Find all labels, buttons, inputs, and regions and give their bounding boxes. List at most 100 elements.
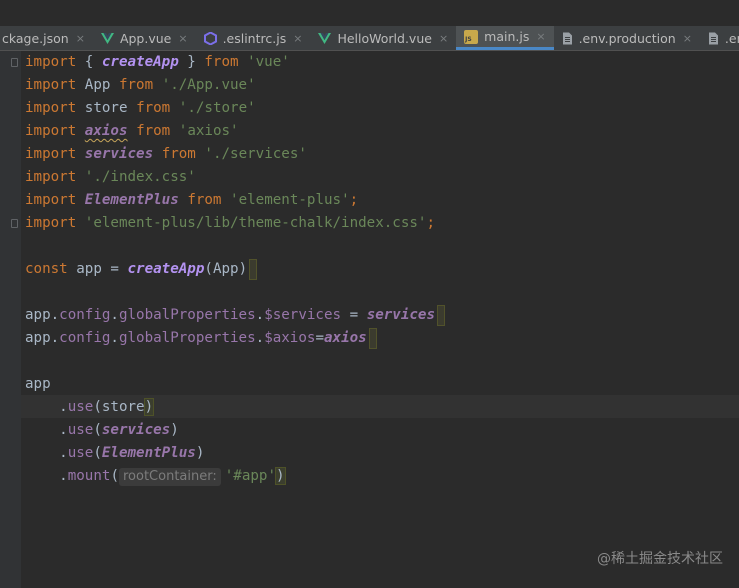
- code-punct: .: [50, 307, 60, 323]
- code-punct: ): [170, 422, 179, 438]
- trailing-highlight: [249, 258, 258, 280]
- code-string: './store': [178, 100, 256, 116]
- code-punct: .: [255, 307, 265, 323]
- code-identifier: axios: [84, 123, 128, 139]
- code-punct: .: [110, 307, 119, 323]
- code-line: import { createApp } from 'vue': [25, 51, 445, 74]
- code-keyword: from: [136, 123, 171, 139]
- close-icon[interactable]: ×: [536, 30, 545, 43]
- code-keyword: from: [204, 54, 239, 70]
- code-identifier: app: [76, 261, 102, 277]
- code-method: mount: [67, 468, 111, 484]
- tab-label: ckage.json: [2, 30, 69, 46]
- tab-label: main.js: [484, 29, 530, 44]
- code-identifier: app: [25, 376, 51, 392]
- tab-label: .eslintrc.js: [222, 30, 287, 46]
- close-icon[interactable]: ×: [178, 32, 187, 45]
- code-content[interactable]: import { createApp } from 'vue' import A…: [25, 51, 446, 488]
- code-semicolon: ;: [426, 215, 436, 231]
- tab-label: HelloWorld.vue: [337, 30, 432, 46]
- code-line: import store from './store': [25, 97, 445, 120]
- close-icon[interactable]: ×: [683, 32, 692, 45]
- code-keyword: import: [25, 100, 77, 116]
- code-identifier: services: [366, 307, 436, 323]
- code-editor[interactable]: import { createApp } from 'vue' import A…: [0, 51, 739, 588]
- trailing-highlight: [437, 304, 446, 326]
- code-function: createApp: [127, 261, 205, 277]
- tab-helloworld-vue[interactable]: HelloWorld.vue ×: [310, 26, 456, 50]
- code-punct: .: [110, 330, 119, 346]
- code-punct: .: [59, 468, 68, 484]
- matched-paren: ): [275, 467, 286, 485]
- code-property: globalProperties: [118, 307, 256, 323]
- code-line: import services from './services': [25, 143, 445, 166]
- code-line: .use(services): [25, 419, 445, 442]
- code-property: $services: [264, 307, 342, 323]
- code-punct: .: [59, 422, 68, 438]
- code-string: './App.vue': [161, 77, 256, 93]
- close-icon[interactable]: ×: [293, 32, 302, 45]
- code-identifier: store: [84, 100, 128, 116]
- tab-package-json[interactable]: ckage.json ×: [0, 26, 93, 50]
- code-line: import axios from 'axios': [25, 120, 445, 143]
- code-string: 'vue': [247, 54, 290, 70]
- code-line: app.config.globalProperties.$axios=axios: [25, 327, 445, 350]
- editor-gutter: [0, 51, 21, 588]
- code-identifier: App: [84, 77, 111, 93]
- code-string: '#app': [224, 468, 276, 484]
- code-identifier: services: [84, 146, 154, 162]
- code-line: import 'element-plus/lib/theme-chalk/ind…: [25, 212, 445, 235]
- code-line: import ElementPlus from 'element-plus';: [25, 189, 445, 212]
- fold-end-icon[interactable]: [11, 219, 18, 228]
- code-line: .mount(rootContainer: '#app'): [25, 465, 445, 488]
- title-strip: [0, 0, 739, 26]
- code-keyword: import: [25, 169, 77, 185]
- code-punct: (: [204, 261, 213, 277]
- tab-env-development[interactable]: .env.d: [700, 26, 739, 50]
- tab-eslintrc[interactable]: .eslintrc.js ×: [196, 26, 311, 50]
- code-string: 'element-plus': [230, 192, 350, 208]
- code-keyword: import: [25, 192, 77, 208]
- code-identifier: ElementPlus: [101, 445, 196, 461]
- code-punct: (: [93, 445, 102, 461]
- code-keyword: import: [25, 146, 77, 162]
- code-identifier: ElementPlus: [84, 192, 179, 208]
- code-keyword: import: [25, 123, 77, 139]
- code-punct: {: [76, 54, 102, 70]
- code-keyword: import: [25, 215, 77, 231]
- tab-env-production[interactable]: .env.production ×: [554, 26, 700, 50]
- parameter-hint: rootContainer:: [118, 468, 221, 486]
- code-line: app: [25, 373, 445, 396]
- code-method: use: [67, 422, 94, 438]
- code-punct: .: [50, 330, 60, 346]
- code-string: 'axios': [178, 123, 239, 139]
- code-property: globalProperties: [118, 330, 256, 346]
- tab-main-js[interactable]: JS main.js ×: [456, 26, 554, 50]
- code-line: import './index.css': [25, 166, 445, 189]
- tab-label: .env.production: [578, 30, 676, 46]
- code-keyword: from: [118, 77, 154, 93]
- code-method: use: [67, 445, 94, 461]
- watermark: @稀土掘金技术社区: [597, 551, 723, 567]
- tab-app-vue[interactable]: App.vue ×: [93, 26, 196, 50]
- code-string: 'element-plus/lib/theme-chalk/index.css': [84, 215, 427, 231]
- code-identifier: services: [101, 422, 171, 438]
- code-method: use: [67, 399, 94, 415]
- code-line: const app = createApp(App): [25, 258, 445, 281]
- code-identifier: axios: [323, 330, 367, 346]
- code-property: config: [59, 307, 111, 323]
- matched-paren: ): [143, 398, 155, 416]
- close-icon[interactable]: ×: [76, 32, 85, 45]
- text-file-icon: [562, 32, 573, 45]
- code-punct: (: [93, 399, 102, 415]
- fold-start-icon[interactable]: [11, 58, 18, 67]
- code-line: import App from './App.vue': [25, 74, 445, 97]
- code-line: .use(ElementPlus): [25, 442, 445, 465]
- code-identifier: store: [101, 399, 145, 415]
- code-keyword: import: [25, 77, 77, 93]
- code-operator: =: [101, 261, 128, 277]
- close-icon[interactable]: ×: [439, 32, 448, 45]
